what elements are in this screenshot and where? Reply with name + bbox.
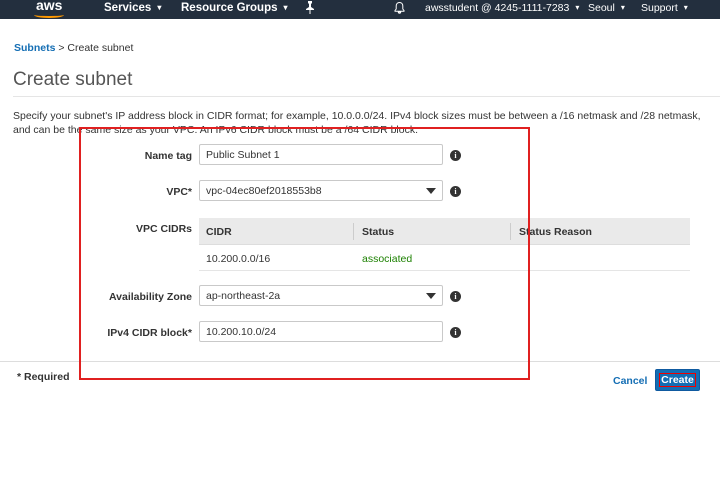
cancel-button[interactable]: Cancel (613, 375, 647, 387)
column-header-status-reason: Status Reason (519, 226, 592, 238)
name-tag-input[interactable]: Public Subnet 1 (199, 144, 443, 165)
services-label: Services (104, 2, 152, 14)
dropdown-arrow-icon (426, 293, 436, 299)
availability-zone-select[interactable]: ap-northeast-2a (199, 285, 443, 306)
resource-groups-menu[interactable]: Resource Groups ▾ (181, 2, 288, 14)
support-label: Support (641, 2, 678, 14)
column-divider (353, 223, 354, 240)
chevron-down-icon: ▾ (283, 3, 288, 12)
region-label: Seoul (588, 2, 615, 14)
name-tag-value: Public Subnet 1 (206, 149, 280, 161)
name-tag-label: Name tag (144, 150, 192, 162)
ipv4-cidr-info-icon[interactable]: i (450, 327, 461, 338)
page-title: Create subnet (13, 69, 133, 90)
availability-zone-info-icon[interactable]: i (450, 291, 461, 302)
vpc-info-icon[interactable]: i (450, 186, 461, 197)
breadcrumb-current: Create subnet (67, 42, 134, 54)
availability-zone-value: ap-northeast-2a (206, 290, 281, 302)
chevron-down-icon: ▾ (683, 3, 688, 12)
availability-zone-label: Availability Zone (108, 291, 192, 303)
column-divider (510, 223, 511, 240)
resource-groups-label: Resource Groups (181, 2, 278, 14)
ipv4-cidr-label: IPv4 CIDR block* (107, 327, 192, 339)
vpc-value: vpc-04ec80ef2018553b8 (206, 185, 322, 197)
ipv4-cidr-input[interactable]: 10.200.10.0/24 (199, 321, 443, 342)
required-note: * Required (17, 371, 70, 383)
column-header-status: Status (362, 226, 395, 238)
page-description: Specify your subnet's IP address block i… (13, 110, 701, 136)
bell-icon-svg (394, 1, 405, 14)
bell-icon[interactable] (394, 1, 405, 14)
table-header: CIDR Status Status Reason (199, 218, 690, 245)
breadcrumb-subnets-link[interactable]: Subnets (14, 42, 55, 54)
status-cell: associated (362, 253, 413, 265)
create-button[interactable]: Create (655, 369, 700, 391)
dropdown-arrow-icon (426, 188, 436, 194)
breadcrumb-separator: > (58, 42, 65, 54)
region-menu[interactable]: Seoul ▾ (588, 2, 625, 14)
create-button-highlight (659, 373, 696, 387)
vpc-select[interactable]: vpc-04ec80ef2018553b8 (199, 180, 443, 201)
breadcrumb: Subnets > Create subnet (14, 42, 133, 54)
column-header-cidr: CIDR (206, 226, 232, 238)
vpc-label: VPC* (166, 186, 192, 198)
vpc-cidrs-label: VPC CIDRs (135, 223, 192, 235)
name-tag-info-icon[interactable]: i (450, 150, 461, 161)
account-menu[interactable]: awsstudent @ 4245-1111-7283 ▾ (425, 2, 579, 14)
ipv4-cidr-value: 10.200.10.0/24 (206, 326, 277, 338)
account-label: awsstudent @ 4245-1111-7283 (425, 2, 570, 14)
aws-logo-smile (34, 12, 64, 18)
support-menu[interactable]: Support ▾ (641, 2, 688, 14)
table-row: 10.200.0.0/16 associated (199, 245, 690, 271)
chevron-down-icon: ▾ (620, 3, 625, 12)
pin-icon[interactable] (305, 1, 315, 17)
chevron-down-icon: ▾ (575, 3, 580, 12)
services-menu[interactable]: Services ▾ (104, 2, 161, 14)
cidr-cell: 10.200.0.0/16 (206, 253, 271, 265)
pin-icon-svg (306, 1, 314, 14)
chevron-down-icon: ▾ (157, 3, 162, 12)
footer-divider (0, 361, 720, 362)
top-nav-bar: aws Services ▾ Resource Groups ▾ awsstuden… (0, 0, 720, 19)
title-divider (13, 96, 720, 97)
